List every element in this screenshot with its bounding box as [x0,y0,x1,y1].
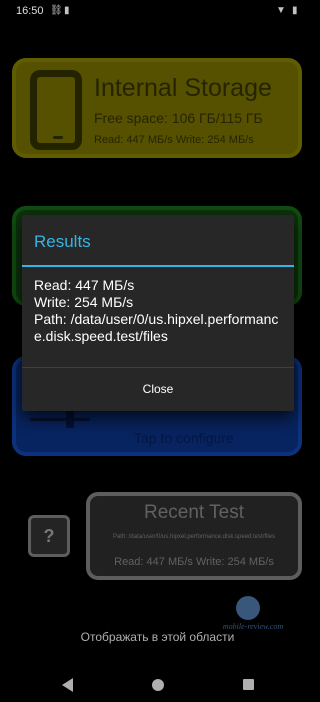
dialog-read-value: Read: 447 МБ/s [34,277,135,293]
dialog-path-value: Path: /data/user/0/us.hipxel.performance… [34,311,279,344]
dialog-write-value: Write: 254 МБ/s [34,294,134,310]
dialog-title-divider [22,265,294,267]
close-button[interactable]: Close [22,368,294,411]
results-dialog: Results Read: 447 МБ/s Write: 254 МБ/s P… [22,215,294,411]
dialog-title: Results [34,232,91,251]
dialog-body: Read: 447 МБ/s Write: 254 МБ/s Path: /da… [34,277,284,345]
